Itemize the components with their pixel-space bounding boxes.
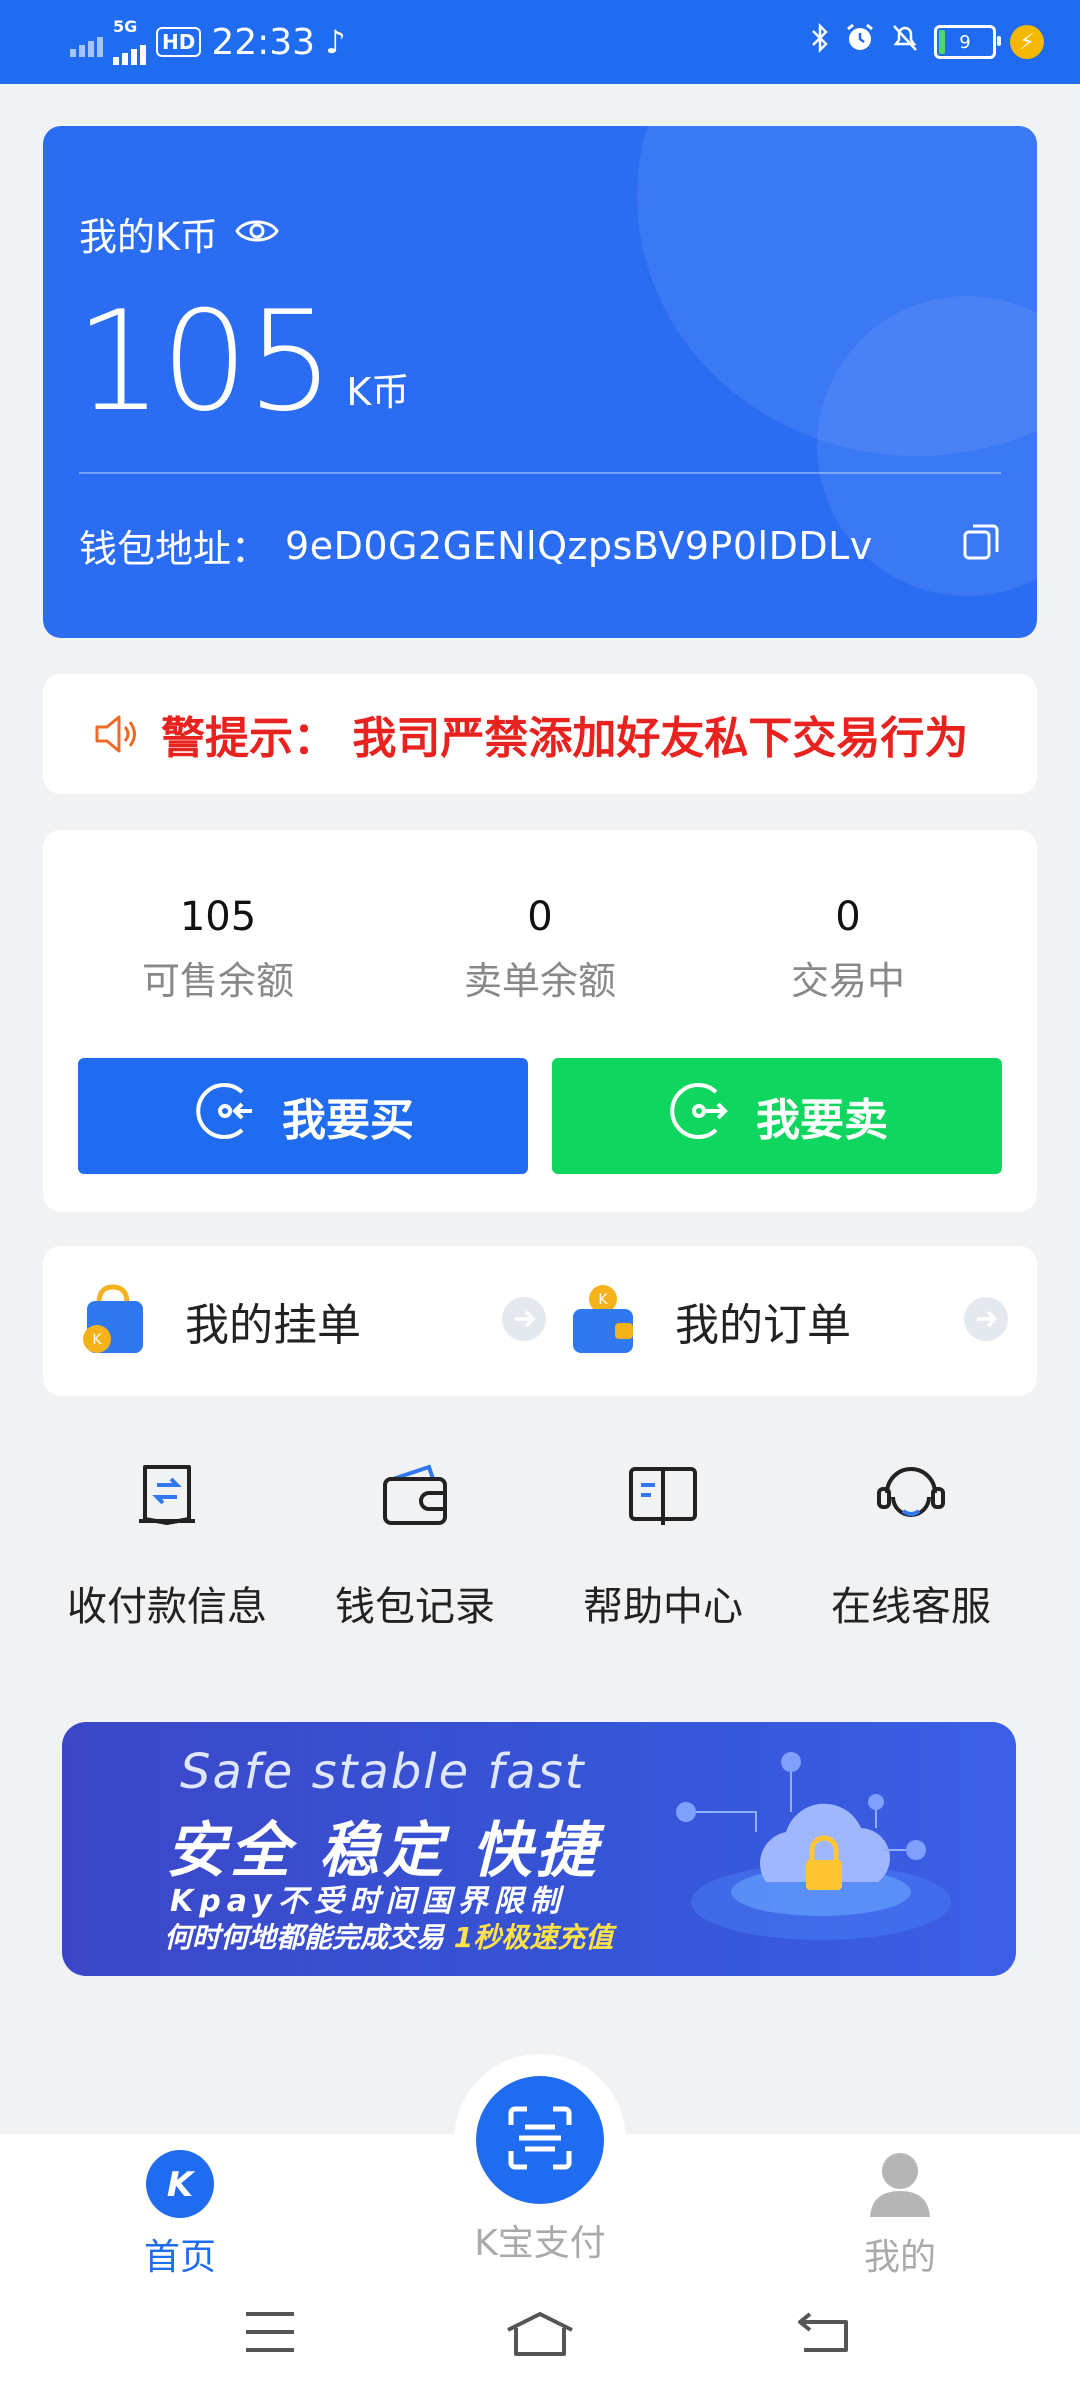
orders-arrow-icon bbox=[963, 1296, 1009, 1346]
quick-links: 收付款信息 钱包记录 帮助中心 在线客服 bbox=[43, 1450, 1037, 1630]
mute-bell-icon bbox=[890, 22, 920, 62]
my-orders-label: 我的订单 bbox=[675, 1300, 851, 1351]
signal-5g-icon bbox=[113, 35, 146, 65]
wallet-record-label: 钱包记录 bbox=[335, 1584, 495, 1630]
tab-home-label: 首页 bbox=[143, 2237, 216, 2278]
sell-button[interactable]: 我要卖 bbox=[552, 1058, 1002, 1174]
payment-info-label: 收付款信息 bbox=[67, 1584, 267, 1630]
receipt-exchange-icon bbox=[43, 1450, 291, 1540]
in-trade-balance: 0 交易中 bbox=[790, 894, 905, 1003]
banner-english-slogan: Safe stable fast bbox=[180, 1744, 586, 1800]
tiktok-icon: ♪ bbox=[325, 23, 346, 61]
tab-mine-label: 我的 bbox=[863, 2237, 936, 2278]
back-icon[interactable] bbox=[796, 2310, 850, 2358]
svg-text:K: K bbox=[167, 2165, 196, 2205]
status-bar: 5G HD 22:33 ♪ 9 ⚡ bbox=[0, 0, 1080, 84]
wallet-icon bbox=[291, 1450, 539, 1540]
notice-bar: 警提示： 我司严禁添加好友私下交易行为 bbox=[43, 674, 1037, 794]
help-center-link[interactable]: 帮助中心 bbox=[539, 1450, 787, 1632]
buy-arrow-icon bbox=[192, 1078, 258, 1155]
divider bbox=[79, 472, 1001, 474]
k-coin-amount: 105 bbox=[75, 281, 334, 442]
speaker-icon bbox=[91, 709, 141, 759]
buy-button[interactable]: 我要买 bbox=[78, 1058, 528, 1174]
home-icon[interactable] bbox=[504, 2310, 576, 2360]
balance-panel: 105 可售余额 0 卖单余额 0 交易中 我要买 我要卖 bbox=[43, 830, 1037, 1212]
cloud-lock-illustration bbox=[646, 1732, 976, 1968]
banner-highlight: 1秒极速充值 bbox=[453, 1921, 614, 1954]
svg-text:K: K bbox=[92, 1332, 102, 1348]
address-value: 9eD0G2GENlQzpsBV9P0lDDLv bbox=[285, 523, 873, 568]
address-label: 钱包地址： bbox=[79, 527, 270, 571]
headset-icon bbox=[787, 1450, 1035, 1540]
my-listings-entry[interactable]: K 我的挂单 bbox=[77, 1246, 547, 1396]
tab-mine[interactable]: 我的 bbox=[800, 2144, 1000, 2280]
sell-order-balance: 0 卖单余额 bbox=[463, 894, 616, 1003]
listings-arrow-icon bbox=[501, 1296, 547, 1346]
home-k-icon: K bbox=[80, 2144, 280, 2224]
wallet-title: 我的K币 bbox=[79, 215, 218, 259]
shopping-bag-icon: K bbox=[77, 1281, 149, 1361]
copy-icon[interactable] bbox=[961, 522, 1001, 571]
sell-arrow-icon bbox=[666, 1078, 732, 1155]
bluetooth-icon bbox=[810, 22, 830, 62]
k-coin-unit: K币 bbox=[346, 370, 410, 414]
network-type: 5G bbox=[113, 17, 138, 36]
notice-text: 警提示： 我司严禁添加好友私下交易行为 bbox=[161, 713, 969, 764]
scan-button[interactable] bbox=[476, 2076, 604, 2204]
book-icon bbox=[539, 1450, 787, 1540]
banner-subtitle: Kpay不受时间国界限制 bbox=[170, 1884, 566, 1919]
scan-icon bbox=[505, 2103, 575, 2177]
wallet-record-link[interactable]: 钱包记录 bbox=[291, 1450, 539, 1632]
eye-icon[interactable] bbox=[234, 212, 280, 256]
sell-label: 我要卖 bbox=[756, 1095, 888, 1146]
wallet-card: 我的K币 105 K币 钱包地址： 9eD0G2GENlQzpsBV9P0lDD… bbox=[43, 126, 1037, 638]
svg-text:K: K bbox=[598, 1292, 608, 1308]
system-nav-bar bbox=[0, 2280, 1080, 2408]
hd-badge: HD bbox=[156, 27, 202, 57]
banner-tagline: 何时何地都能完成交易 1秒极速充值 bbox=[164, 1921, 614, 1954]
clock: 22:33 bbox=[211, 21, 316, 63]
promo-banner[interactable]: Safe stable fast 安全 稳定 快捷 Kpay不受时间国界限制 何… bbox=[62, 1722, 1016, 1976]
help-center-label: 帮助中心 bbox=[583, 1584, 743, 1630]
buy-label: 我要买 bbox=[282, 1095, 414, 1146]
signal-icon bbox=[70, 27, 103, 57]
menu-icon[interactable] bbox=[244, 2310, 296, 2358]
my-orders-entry[interactable]: K 我的订单 bbox=[567, 1246, 1017, 1396]
coin-wallet-icon: K bbox=[567, 1281, 639, 1361]
tab-home[interactable]: K 首页 bbox=[80, 2144, 280, 2280]
alarm-icon bbox=[844, 22, 876, 62]
online-service-link[interactable]: 在线客服 bbox=[787, 1450, 1035, 1632]
payment-info-link[interactable]: 收付款信息 bbox=[43, 1450, 291, 1632]
charging-icon: ⚡ bbox=[1010, 25, 1044, 59]
orders-panel: K 我的挂单 K 我的订单 bbox=[43, 1246, 1037, 1396]
my-listings-label: 我的挂单 bbox=[185, 1300, 361, 1351]
battery-icon: 9 bbox=[934, 25, 1001, 59]
sellable-balance: 105 可售余额 bbox=[141, 894, 294, 1003]
online-service-label: 在线客服 bbox=[831, 1584, 991, 1630]
user-icon bbox=[800, 2144, 1000, 2224]
